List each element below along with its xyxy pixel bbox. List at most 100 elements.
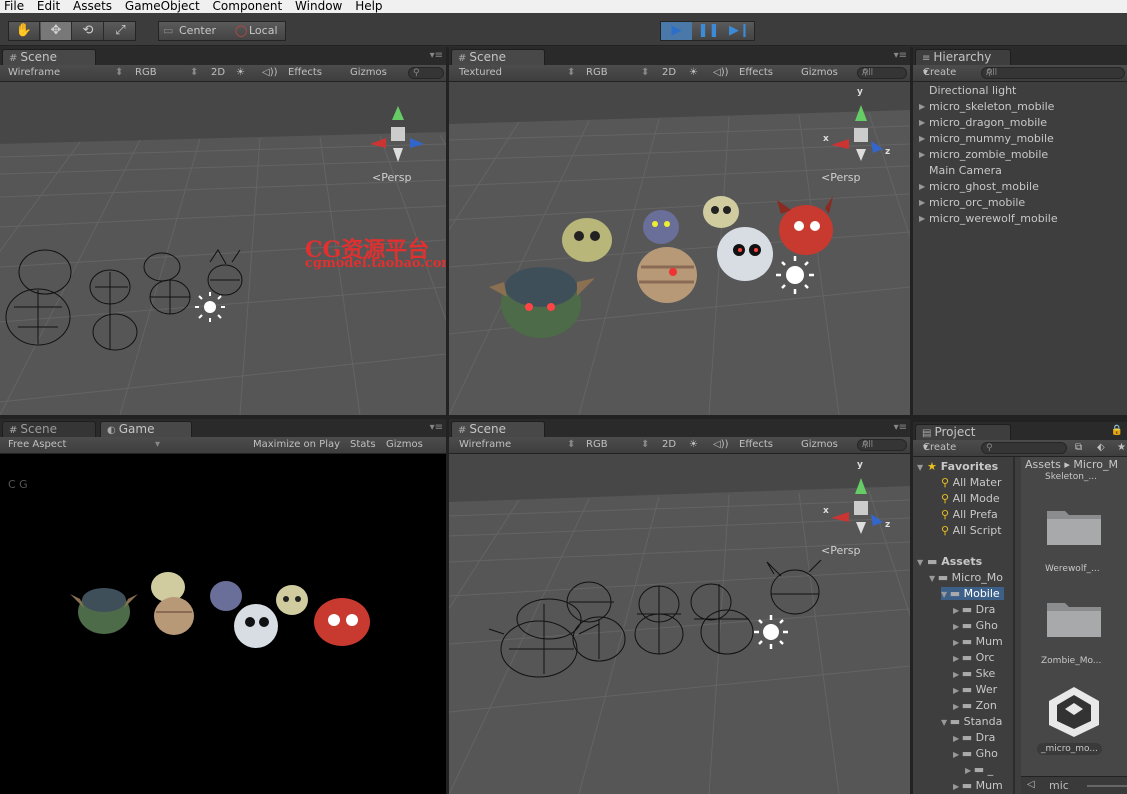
folder-icon-zombie[interactable] — [1045, 597, 1103, 639]
effects-dropdown[interactable]: Effects — [288, 65, 322, 81]
space-local-button[interactable]: Local — [249, 24, 278, 37]
tab-scene[interactable]: # Scene — [2, 421, 96, 437]
play-button[interactable]: ▶ — [661, 22, 692, 40]
stats-toggle[interactable]: Stats — [350, 437, 376, 453]
folder-tree-item[interactable]: ▼ ▬ Mobile — [941, 587, 1004, 600]
expand-arrow-icon[interactable]: ▶ — [953, 686, 962, 695]
scene-search-input[interactable]: ⚲ All — [857, 439, 907, 451]
tab-scene[interactable]: # Scene — [2, 49, 96, 65]
pivot-center-button[interactable]: Center — [179, 24, 216, 37]
expand-arrow-icon[interactable]: ▼ — [941, 590, 950, 599]
audio-icon[interactable]: ◁)) — [713, 437, 729, 453]
scene-viewport-textured[interactable]: y x z <Persp — [449, 82, 910, 415]
folder-icon-werewolf[interactable] — [1045, 505, 1103, 547]
expand-arrow-icon[interactable]: ▼ — [929, 574, 938, 583]
scene-search-input[interactable]: ⚲ All — [857, 67, 907, 79]
menu-component[interactable]: Component — [209, 0, 287, 12]
breadcrumb-micro[interactable]: Micro_M — [1073, 458, 1118, 471]
folder-tree-item[interactable]: ▶ ▬ Dra — [953, 603, 995, 616]
audio-preview-icon[interactable]: ◁ — [1027, 779, 1035, 790]
assets-header[interactable]: ▼ ▬ Assets — [917, 555, 982, 568]
move-tool-button[interactable]: ✥ — [41, 22, 72, 40]
folder-tree-item[interactable]: ▶ ▬ Zon — [953, 699, 997, 712]
zombie-model[interactable] — [562, 218, 612, 262]
menu-help[interactable]: Help — [351, 0, 386, 12]
lighting-icon[interactable]: ☀ — [236, 65, 245, 81]
expand-arrow-icon[interactable]: ▶ — [919, 102, 925, 111]
scene-viewport-wireframe[interactable]: <Persp CG资源平台 cgmodel.taobao.com — [0, 82, 446, 415]
expand-arrow-icon[interactable]: ▶ — [953, 654, 962, 663]
expand-arrow-icon[interactable]: ▼ — [941, 718, 950, 727]
menu-assets[interactable]: Assets — [69, 0, 116, 12]
render-mode-dropdown[interactable]: RGB — [586, 65, 608, 81]
create-dropdown[interactable]: Create ▾ — [923, 65, 956, 81]
lighting-icon[interactable]: ☀ — [689, 65, 698, 81]
toggle-2d-button[interactable]: 2D — [662, 437, 676, 453]
project-search-input[interactable]: ⚲ — [981, 442, 1067, 454]
expand-arrow-icon[interactable]: ▶ — [953, 670, 962, 679]
lighting-icon[interactable]: ☀ — [689, 437, 698, 453]
folder-tree-item[interactable]: ▶ ▬ Mum — [953, 779, 1003, 792]
aspect-dropdown[interactable]: Free Aspect — [8, 437, 66, 453]
werewolf-model[interactable] — [643, 210, 679, 244]
pause-button[interactable]: ❚❚ — [693, 22, 724, 40]
draw-mode-dropdown[interactable]: Textured — [459, 65, 502, 81]
toggle-2d-button[interactable]: 2D — [211, 65, 225, 81]
menu-edit[interactable]: Edit — [33, 0, 64, 12]
render-mode-dropdown[interactable]: RGB — [135, 65, 157, 81]
folder-tree-item[interactable]: ▼ ▬ Standa — [941, 715, 1002, 728]
gizmos-dropdown[interactable]: Gizmos — [801, 437, 838, 453]
expand-arrow-icon[interactable]: ▶ — [965, 766, 974, 775]
breadcrumb-assets[interactable]: Assets — [1025, 458, 1061, 471]
expand-arrow-icon[interactable]: ▶ — [919, 214, 925, 223]
menu-gameobject[interactable]: GameObject — [121, 0, 204, 12]
hierarchy-item[interactable]: Directional light — [929, 84, 1016, 97]
hierarchy-item[interactable]: micro_dragon_mobile — [929, 116, 1047, 129]
create-dropdown[interactable]: Create ▾ — [923, 440, 956, 456]
folder-tree-item[interactable]: ▶ ▬ Ske — [953, 667, 995, 680]
expand-arrow-icon[interactable]: ▶ — [953, 622, 962, 631]
tab-project[interactable]: ▤ Project — [915, 424, 1011, 440]
draw-mode-dropdown[interactable]: Wireframe — [459, 437, 511, 453]
panel-menu-icon[interactable]: ▾≡ — [430, 50, 443, 61]
hierarchy-item[interactable]: micro_werewolf_mobile — [929, 212, 1058, 225]
expand-arrow-icon[interactable]: ▶ — [919, 150, 925, 159]
persp-label[interactable]: <Persp — [821, 171, 860, 184]
zoom-slider[interactable] — [1087, 785, 1127, 787]
expand-arrow-icon[interactable]: ▶ — [953, 606, 962, 615]
favorites-header[interactable]: ▼ ★ Favorites — [917, 460, 998, 473]
expand-arrow-icon[interactable]: ▶ — [953, 782, 962, 791]
unity-scene-icon[interactable] — [1045, 685, 1103, 737]
scene-viewport-wireframe-2[interactable]: y x z <Persp — [449, 454, 910, 794]
folder-tree-item[interactable]: ▶ ▬ Mum — [953, 635, 1003, 648]
favorite-item[interactable]: ⚲ All Script — [941, 524, 1002, 537]
filter-label-icon[interactable]: ⬖ — [1097, 440, 1105, 456]
effects-dropdown[interactable]: Effects — [739, 437, 773, 453]
effects-dropdown[interactable]: Effects — [739, 65, 773, 81]
thumb-label-micro[interactable]: _micro_mo... — [1037, 743, 1102, 755]
persp-label[interactable]: <Persp — [372, 171, 411, 184]
menu-window[interactable]: Window — [291, 0, 346, 12]
hierarchy-item[interactable]: micro_skeleton_mobile — [929, 100, 1054, 113]
tab-hierarchy[interactable]: ≡ Hierarchy — [915, 49, 1011, 65]
panel-menu-icon[interactable]: ▾≡ — [894, 50, 907, 61]
folder-tree-item[interactable]: ▶ ▬ Wer — [953, 683, 997, 696]
draw-mode-dropdown[interactable]: Wireframe — [8, 65, 60, 81]
folder-tree-item[interactable]: ▶ ▬ Dra — [953, 731, 995, 744]
favorite-icon[interactable]: ★ — [1117, 440, 1126, 456]
hierarchy-item[interactable]: Main Camera — [929, 164, 1002, 177]
audio-icon[interactable]: ◁)) — [713, 65, 729, 81]
expand-arrow-icon[interactable]: ▶ — [953, 702, 962, 711]
hierarchy-item[interactable]: micro_mummy_mobile — [929, 132, 1054, 145]
step-button[interactable]: ▶❙ — [724, 22, 755, 40]
maximize-on-play-toggle[interactable]: Maximize on Play — [253, 437, 340, 453]
game-viewport[interactable]: C G — [0, 454, 446, 794]
ghost-model[interactable] — [717, 227, 773, 281]
expand-arrow-icon[interactable]: ▶ — [919, 182, 925, 191]
hand-tool-button[interactable]: ✋ — [9, 22, 40, 40]
skeleton-model[interactable] — [703, 196, 739, 228]
tab-scene[interactable]: # Scene — [451, 49, 545, 65]
panel-menu-icon[interactable]: ▾≡ — [894, 422, 907, 433]
hierarchy-search-input[interactable]: ⚲ All — [981, 67, 1125, 79]
favorite-item[interactable]: ⚲ All Mode — [941, 492, 1000, 505]
